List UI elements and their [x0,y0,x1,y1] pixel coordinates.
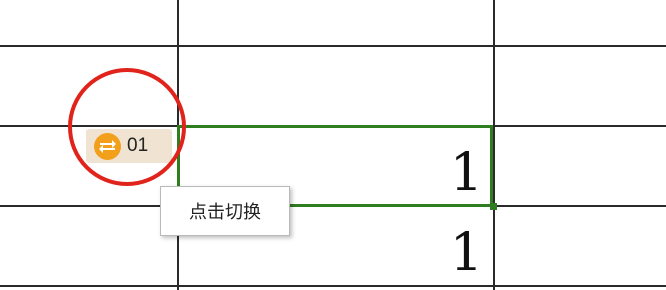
column-divider [493,0,495,290]
format-switch-label: 01 [127,135,149,156]
tooltip-text: 点击切换 [189,202,261,223]
tooltip: 点击切换 [160,186,290,236]
row-divider [0,285,666,287]
cell-value: 1 [449,223,483,283]
format-switch-tag[interactable]: 01 [86,129,172,163]
swap-icon [94,132,121,160]
row-divider [0,45,666,47]
fill-handle[interactable] [490,203,497,210]
